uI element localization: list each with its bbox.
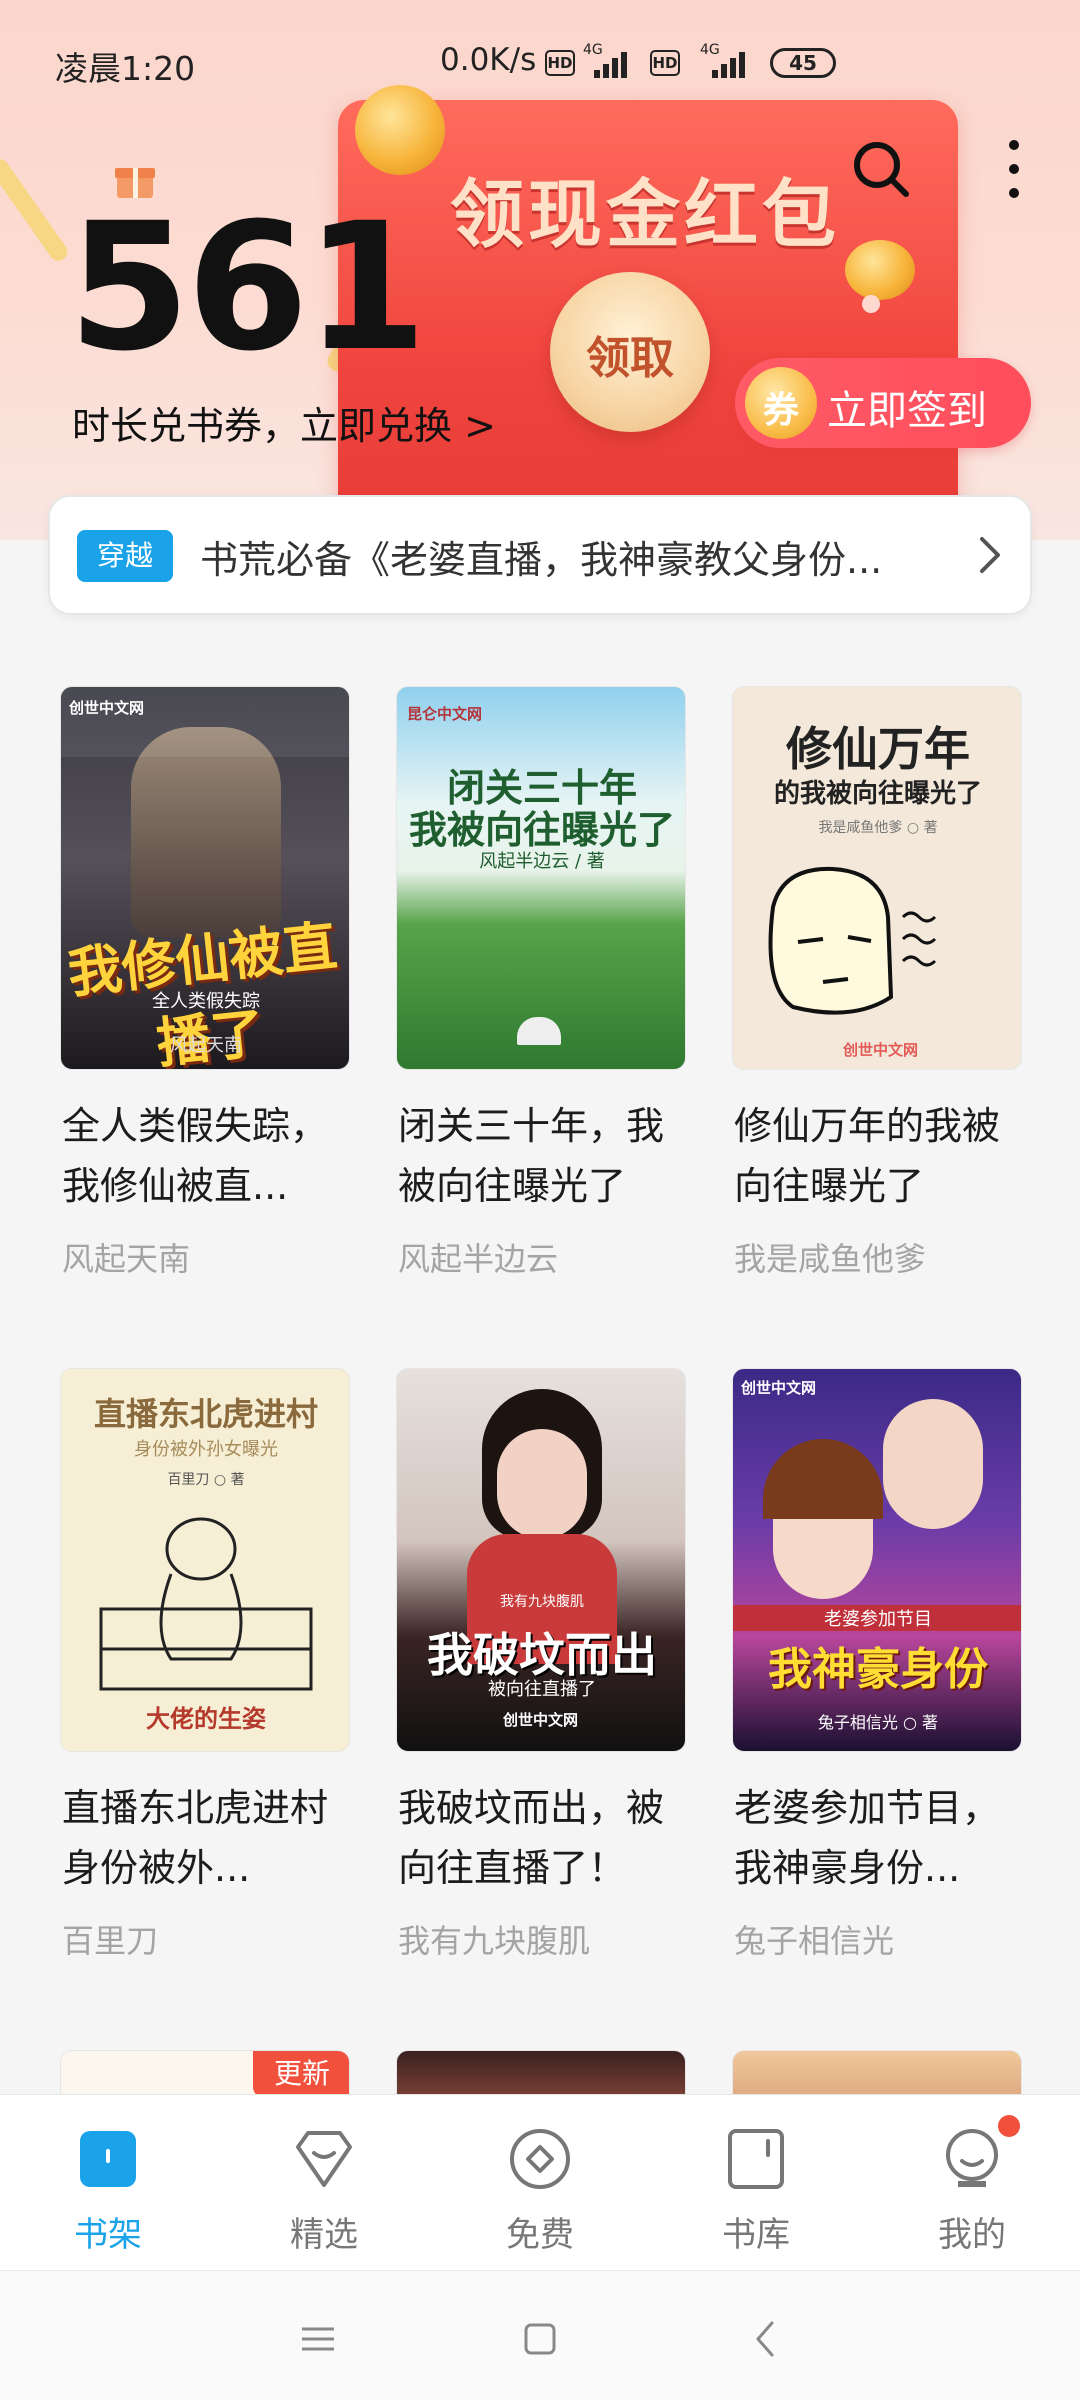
book-author: 兔子相信光 bbox=[734, 1922, 895, 1960]
notice-text: 书荒必备《老婆直播，我神豪教父身份... bbox=[200, 538, 883, 582]
book-cover[interactable]: 创世中文网 我修仙被直播了 全人类假失踪 风起天南 bbox=[60, 686, 350, 1070]
book-title: 全人类假失踪，我修仙被直... bbox=[62, 1104, 329, 1208]
book-title: 老婆参加节目，我神豪身份... bbox=[734, 1786, 1001, 1890]
book-author: 我是咸鱼他爹 bbox=[734, 1240, 927, 1278]
tab-library[interactable]: 书库 bbox=[648, 2095, 864, 2271]
duration-count: 561 bbox=[68, 185, 427, 390]
back-icon[interactable] bbox=[736, 2309, 796, 2369]
decor-streak bbox=[0, 155, 71, 265]
system-nav-bar bbox=[0, 2270, 1080, 2400]
profile-icon bbox=[946, 2129, 998, 2187]
book-author: 我有九块腹肌 bbox=[398, 1922, 591, 1960]
book-author: 风起半边云 bbox=[398, 1240, 559, 1278]
battery-icon: 45 bbox=[770, 48, 836, 78]
checkin-label: 立即签到 bbox=[827, 388, 987, 434]
search-icon[interactable] bbox=[852, 140, 910, 198]
claim-button[interactable]: 领取 bbox=[550, 272, 710, 432]
tab-label: 书架 bbox=[74, 2215, 142, 2255]
bottom-tab-bar: 书架 精选 免费 书库 我的 bbox=[0, 2094, 1080, 2270]
update-badge: 更新 bbox=[253, 2051, 349, 2097]
book-author: 百里刀 bbox=[62, 1922, 159, 1960]
book-cover[interactable]: 创世中文网 老婆参加节目 我神豪身份 兔子相信光 ○ 著 bbox=[732, 1368, 1022, 1752]
more-icon[interactable] bbox=[1002, 140, 1026, 200]
coin-decor bbox=[862, 295, 880, 313]
menu-icon[interactable] bbox=[288, 2309, 348, 2369]
book-author: 风起天南 bbox=[62, 1240, 191, 1278]
diamond-icon bbox=[296, 2131, 352, 2187]
status-time: 凌晨1:20 bbox=[55, 49, 196, 88]
claim-label: 领取 bbox=[586, 333, 674, 384]
bookshelf-icon bbox=[80, 2131, 136, 2187]
exchange-link[interactable]: 时长兑书券，立即兑换 > bbox=[72, 395, 496, 450]
signal-icon bbox=[594, 48, 636, 78]
status-bar: 凌晨1:20 0.0K/s HD 4G HD 4G 45 bbox=[0, 0, 1080, 120]
book-cover[interactable]: 直播东北虎进村 身份被外孙女曝光 百里刀 ○ 著 大佬的生姿 bbox=[60, 1368, 350, 1752]
banner-title: 领现金红包 bbox=[450, 172, 840, 258]
voucher-coin-icon: 券 bbox=[745, 367, 817, 439]
tab-bookshelf[interactable]: 书架 bbox=[0, 2095, 216, 2271]
hd-icon: HD bbox=[650, 50, 680, 76]
tab-label: 我的 bbox=[938, 2215, 1006, 2255]
free-icon bbox=[510, 2129, 570, 2189]
tab-label: 书库 bbox=[722, 2215, 790, 2255]
recommend-notice[interactable]: 穿越 书荒必备《老婆直播，我神豪教父身份... bbox=[48, 495, 1032, 615]
tab-label: 精选 bbox=[290, 2215, 358, 2255]
signal-icon bbox=[712, 48, 754, 78]
book-title: 我破坟而出，被向往直播了！ bbox=[398, 1786, 665, 1890]
notification-dot bbox=[998, 2115, 1020, 2137]
tab-profile[interactable]: 我的 bbox=[864, 2095, 1080, 2271]
checkin-button[interactable]: 券 立即签到 bbox=[735, 358, 1031, 448]
chevron-right-icon bbox=[980, 537, 1000, 573]
book-title: 闭关三十年，我被向往曝光了 bbox=[398, 1104, 665, 1208]
network-speed: 0.0K/s bbox=[440, 42, 537, 78]
book-title: 直播东北虎进村身份被外... bbox=[62, 1786, 329, 1890]
coin-decor bbox=[845, 240, 915, 300]
home-icon[interactable] bbox=[510, 2309, 570, 2369]
book-cover[interactable]: 我有九块腹肌 我破坟而出 被向往直播了 创世中文网 bbox=[396, 1368, 686, 1752]
book-cover[interactable]: 修仙万年 的我被向往曝光了 我是咸鱼他爹 ○ 著 创世中文网 bbox=[732, 686, 1022, 1070]
tab-label: 免费 bbox=[506, 2215, 574, 2255]
library-icon bbox=[728, 2129, 784, 2189]
tab-featured[interactable]: 精选 bbox=[216, 2095, 432, 2271]
book-cover[interactable]: 昆仑中文网 闭关三十年 我被向往曝光了 风起半边云 / 著 bbox=[396, 686, 686, 1070]
hd-icon: HD bbox=[545, 50, 575, 76]
notice-tag: 穿越 bbox=[77, 530, 173, 582]
tab-free[interactable]: 免费 bbox=[432, 2095, 648, 2271]
book-title: 修仙万年的我被向往曝光了 bbox=[734, 1104, 1001, 1208]
